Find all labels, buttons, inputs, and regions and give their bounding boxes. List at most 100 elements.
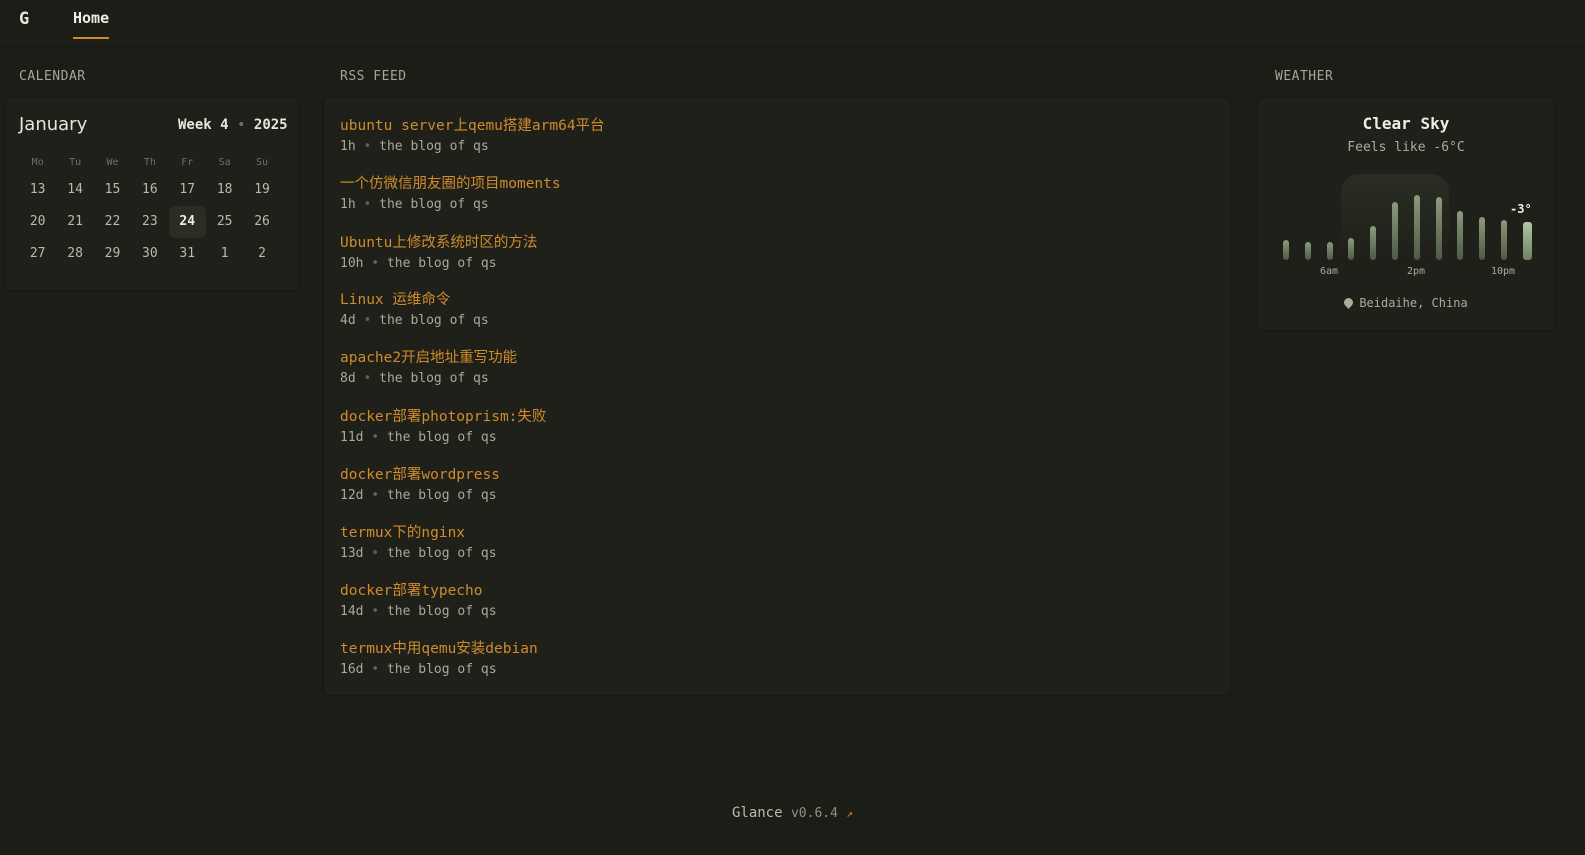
meta-separator: •: [355, 313, 380, 328]
rss-item-source[interactable]: the blog of qs: [387, 256, 497, 271]
external-link-icon[interactable]: ↗: [846, 807, 853, 820]
calendar-week-row: 20 21 22 23 24 25 26: [19, 206, 281, 238]
rss-item-source[interactable]: the blog of qs: [379, 313, 489, 328]
rss-item-title[interactable]: Ubuntu上修改系统时区的方法: [340, 231, 537, 252]
rss-item: 一个仿微信朋友圈的项目moments 1h • the blog of qs: [340, 172, 561, 212]
calendar-day: 23: [142, 214, 158, 229]
weather-hour-bar: [1370, 226, 1376, 260]
calendar-day: 27: [29, 246, 46, 261]
weather-hour-bar: [1436, 197, 1442, 260]
calendar-day: 22: [104, 214, 121, 229]
meta-separator: •: [355, 197, 380, 212]
rss-section-title: RSS FEED: [340, 69, 407, 84]
weather-hour-bar: [1348, 238, 1354, 260]
rss-item-title[interactable]: apache2开启地址重写功能: [340, 346, 517, 367]
rss-item-title[interactable]: ubuntu server上qemu搭建arm64平台: [340, 114, 605, 135]
calendar-weekday: We: [106, 157, 119, 168]
calendar-day: 18: [216, 182, 233, 197]
nav-home-link[interactable]: Home: [73, 9, 110, 39]
weather-hour-bar: [1414, 195, 1420, 260]
rss-item-age: 12d: [340, 488, 364, 503]
rss-item-source[interactable]: the blog of qs: [387, 546, 497, 561]
footer-version[interactable]: v0.6.4: [791, 806, 838, 821]
calendar-day: 31: [179, 246, 196, 261]
rss-item-meta: 1h • the blog of qs: [340, 139, 605, 154]
rss-item-title[interactable]: docker部署wordpress: [340, 463, 500, 484]
calendar-day: 26: [254, 214, 270, 229]
meta-separator: •: [363, 604, 387, 619]
rss-item-source[interactable]: the blog of qs: [387, 604, 497, 619]
rss-item: docker部署photoprism:失败 11d • the blog of q…: [340, 405, 546, 445]
rss-item-source[interactable]: the blog of qs: [387, 488, 497, 503]
rss-item-source[interactable]: the blog of qs: [387, 662, 497, 677]
app-logo[interactable]: G: [19, 9, 29, 29]
calendar-weekday: Th: [143, 157, 156, 168]
calendar-week-row: 27 28 29 30 31 1 2: [19, 238, 281, 270]
rss-item-meta: 1h • the blog of qs: [340, 197, 561, 212]
calendar-day: 17: [179, 182, 196, 197]
rss-item-age: 11d: [340, 430, 364, 445]
calendar-year: 2025: [253, 117, 288, 133]
rss-item-meta: 8d • the blog of qs: [340, 371, 517, 386]
weather-hour-bar: [1305, 242, 1311, 260]
meta-separator: •: [363, 430, 387, 445]
calendar-section-title: CALENDAR: [19, 69, 86, 84]
calendar-day: 1: [220, 246, 229, 261]
weather-current-temp: -3°: [1510, 202, 1532, 216]
rss-item-meta: 16d • the blog of qs: [340, 662, 538, 677]
top-nav: G Home: [0, 0, 1585, 42]
rss-item-age: 1h: [340, 139, 356, 154]
rss-item-age: 1h: [340, 197, 356, 212]
footer-app-name: Glance: [731, 805, 783, 821]
rss-item-title[interactable]: docker部署typecho: [340, 579, 497, 600]
rss-item-age: 16d: [340, 662, 364, 677]
calendar-weekday: Fr: [181, 157, 194, 168]
calendar-day: 14: [67, 182, 83, 197]
rss-item-meta: 10h • the blog of qs: [340, 256, 537, 271]
weather-tick-6am: 6am: [1320, 266, 1339, 277]
meta-separator: •: [363, 662, 387, 677]
rss-item: Ubuntu上修改系统时区的方法 10h • the blog of qs: [340, 231, 537, 271]
rss-item: Linux 运维命令 4d • the blog of qs: [340, 288, 489, 328]
rss-item-meta: 4d • the blog of qs: [340, 313, 489, 328]
calendar-day: 25: [216, 214, 233, 229]
rss-item-source[interactable]: the blog of qs: [379, 371, 489, 386]
rss-item: termux中用qemu安装debian 16d • the blog of qs: [340, 637, 538, 677]
weather-condition: Clear Sky: [1362, 114, 1450, 133]
rss-item: apache2开启地址重写功能 8d • the blog of qs: [340, 346, 517, 386]
calendar-day: 19: [254, 182, 270, 197]
rss-item-age: 4d: [340, 313, 356, 328]
rss-item-age: 8d: [340, 371, 356, 386]
meta-separator: •: [363, 546, 387, 561]
rss-item-title[interactable]: termux中用qemu安装debian: [340, 637, 538, 658]
weather-section-title: WEATHER: [1275, 69, 1334, 84]
calendar-day: 30: [142, 246, 158, 261]
weather-hour-bar-current: [1523, 222, 1532, 260]
rss-item-meta: 12d • the blog of qs: [340, 488, 500, 503]
rss-item-title[interactable]: termux下的nginx: [340, 521, 497, 542]
weather-tick-10pm: 10pm: [1491, 266, 1516, 277]
meta-separator: •: [355, 371, 380, 386]
calendar-day: 15: [104, 182, 121, 197]
calendar-week: Week 4: [178, 117, 229, 133]
meta-separator: •: [363, 488, 387, 503]
calendar-day: 2: [258, 246, 266, 261]
calendar-day: 20: [29, 214, 46, 229]
calendar-weekday: Mo: [31, 157, 44, 168]
rss-item-meta: 13d • the blog of qs: [340, 546, 497, 561]
rss-item: termux下的nginx 13d • the blog of qs: [340, 521, 497, 561]
rss-item-title[interactable]: 一个仿微信朋友圈的项目moments: [340, 172, 561, 193]
rss-item-source[interactable]: the blog of qs: [379, 197, 489, 212]
weather-feels-like: Feels like -6°C: [1347, 140, 1465, 155]
calendar-day: 28: [67, 246, 83, 261]
weather-hour-bar: [1392, 202, 1398, 260]
rss-item-title[interactable]: Linux 运维命令: [340, 288, 489, 309]
rss-item-title[interactable]: docker部署photoprism:失败: [340, 405, 546, 426]
location-pin-icon: [1342, 296, 1356, 309]
calendar-month: January: [19, 114, 88, 135]
rss-item: ubuntu server上qemu搭建arm64平台 1h • the blog…: [340, 114, 605, 154]
meta-separator: •: [363, 256, 387, 271]
rss-item-source[interactable]: the blog of qs: [379, 139, 489, 154]
weather-location[interactable]: Beidaihe, China: [1258, 296, 1554, 310]
rss-item-source[interactable]: the blog of qs: [387, 430, 497, 445]
